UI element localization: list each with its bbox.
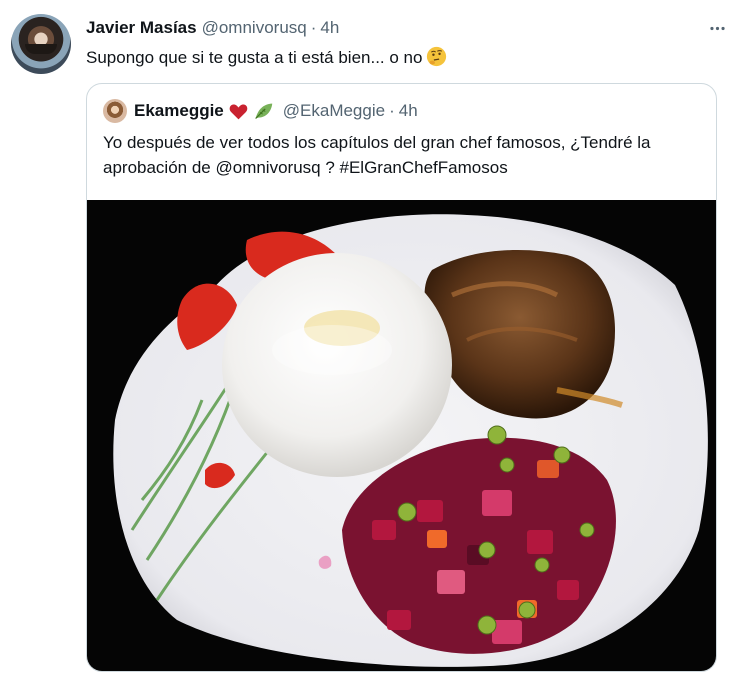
red-heart-emoji-icon xyxy=(229,104,248,119)
separator-dot: · xyxy=(310,18,317,37)
tweet-text-content: Supongo que si te gusta a ti está bien..… xyxy=(86,48,423,67)
quoted-author-handle[interactable]: @EkaMeggie xyxy=(283,101,385,121)
quoted-tweet-time[interactable]: 4h xyxy=(399,101,418,121)
food-plate-photo[interactable] xyxy=(87,200,716,671)
tweet-header: Javier Masías @omnivorusq · 4h xyxy=(86,17,339,39)
quoted-tweet[interactable]: Ekameggie @EkaMeggie · 4h Yo después de … xyxy=(86,83,717,672)
author-name[interactable]: Javier Masías xyxy=(86,18,197,38)
author-avatar[interactable] xyxy=(11,14,71,74)
quoted-author-name[interactable]: Ekameggie xyxy=(134,101,224,121)
tweet[interactable]: Javier Masías @omnivorusq · 4h Supongo q… xyxy=(0,0,747,685)
quoted-separator-dot: · xyxy=(389,101,395,120)
author-handle[interactable]: @omnivorusq xyxy=(202,18,307,38)
tweet-text: Supongo que si te gusta a ti está bien..… xyxy=(86,46,447,70)
leaf-emoji-icon xyxy=(254,103,273,119)
quoted-author-avatar[interactable] xyxy=(103,99,127,123)
quoted-tweet-text: Yo después de ver todos los capítulos de… xyxy=(103,133,651,177)
tweet-time[interactable]: 4h xyxy=(320,18,339,38)
thinking-face-emoji-icon xyxy=(427,46,447,67)
more-options-icon[interactable] xyxy=(704,15,730,41)
quoted-tweet-header: Ekameggie @EkaMeggie · 4h xyxy=(134,100,418,122)
